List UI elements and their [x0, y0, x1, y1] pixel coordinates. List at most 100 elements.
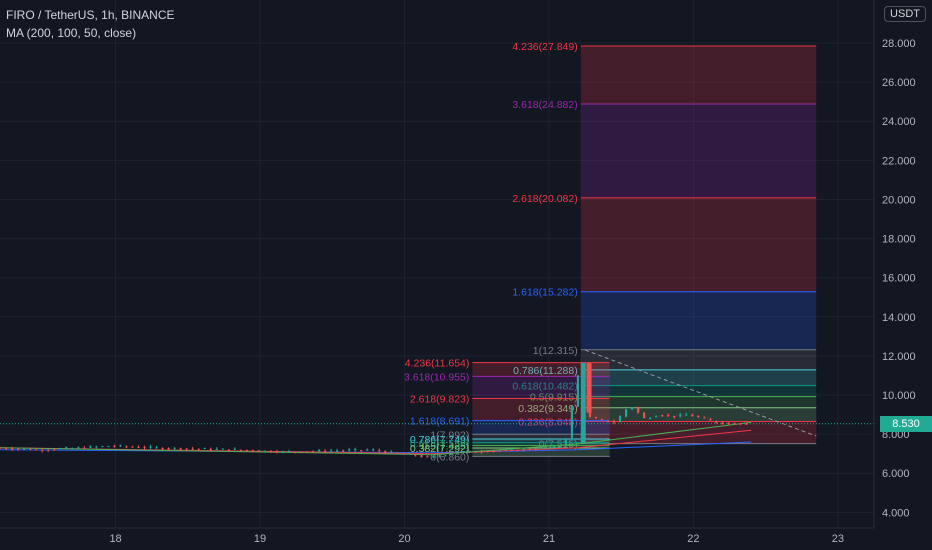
- candle-body: [119, 445, 122, 447]
- candle-body: [631, 407, 634, 410]
- fib-level-label: 1.618(8.691): [410, 416, 470, 428]
- candle-body: [402, 453, 405, 455]
- candle-body: [372, 449, 375, 451]
- x-tick-label: 21: [543, 533, 555, 545]
- currency-button[interactable]: USDT: [884, 6, 926, 22]
- candle-body: [685, 414, 688, 416]
- candle-body: [384, 451, 387, 453]
- candle-body: [305, 451, 309, 453]
- fib-zone: [580, 421, 817, 444]
- x-tick-label: 23: [832, 533, 844, 545]
- candle-body: [179, 448, 182, 450]
- y-tick-label: 20.000: [882, 194, 916, 206]
- candle-body: [709, 419, 712, 421]
- candle-body: [667, 415, 670, 417]
- candle-body: [263, 450, 267, 452]
- candle-body: [643, 412, 646, 419]
- candle-body: [600, 419, 604, 421]
- candle-body: [41, 449, 44, 451]
- fib-zone: [472, 420, 610, 435]
- candle-body: [203, 448, 206, 450]
- candle-body: [215, 448, 218, 450]
- y-tick-label: 10.000: [882, 390, 916, 402]
- x-tick-label: 22: [687, 533, 699, 545]
- candle-body: [197, 448, 200, 450]
- time-axis-bg: [0, 528, 932, 550]
- candle-body: [691, 414, 694, 417]
- ma-indicator-legend[interactable]: MA (200, 100, 50, close): [6, 26, 136, 40]
- candle-body: [661, 415, 664, 417]
- candle-body: [468, 450, 471, 453]
- spike-candle-down: [586, 362, 592, 413]
- candle-body: [336, 450, 339, 452]
- candle-body: [522, 448, 525, 450]
- candle-body: [161, 447, 164, 450]
- candle-body: [673, 415, 676, 418]
- candle-body: [0, 447, 2, 449]
- candle-body: [474, 451, 477, 453]
- candle-body: [649, 418, 652, 420]
- candle-body: [594, 417, 598, 419]
- candle-body: [11, 448, 14, 450]
- candle-body: [342, 450, 345, 452]
- fib-zone: [472, 434, 610, 440]
- candle-body: [426, 456, 429, 458]
- candle-body: [101, 445, 104, 447]
- candle-body: [450, 454, 453, 456]
- y-tick-label: 4.000: [882, 507, 910, 519]
- candle-body: [251, 450, 255, 452]
- y-tick-label: 28.000: [882, 38, 916, 50]
- candle-body: [257, 450, 261, 452]
- candle-body: [318, 449, 321, 452]
- candle-body: [155, 447, 158, 449]
- candle-body: [655, 416, 658, 418]
- symbol-title[interactable]: FIRO / TetherUS, 1h, BINANCE: [6, 8, 175, 22]
- spike-candle-up: [580, 362, 586, 443]
- candle-body: [703, 417, 706, 419]
- fib-level-label: 4.236(27.849): [512, 41, 577, 53]
- candle-body: [534, 448, 537, 450]
- fib-level-label: 1.618(15.282): [512, 287, 577, 299]
- candle-body: [23, 448, 26, 450]
- candle-body: [59, 448, 62, 450]
- candle-body: [35, 449, 38, 451]
- candle-body: [498, 450, 501, 452]
- fib-zone: [580, 396, 817, 408]
- fib-extension-tools: 4.236(27.849) 3.618(24.882) 2.618(20.082) 1…: [404, 41, 817, 463]
- candle-body: [209, 448, 212, 450]
- candle-body: [95, 446, 98, 448]
- candle-body: [149, 446, 152, 448]
- candle-body: [558, 445, 561, 447]
- candle-body: [528, 449, 531, 451]
- candle-body: [173, 447, 176, 449]
- candle-body: [65, 447, 68, 449]
- candle-body: [29, 449, 32, 451]
- candle-body: [504, 449, 507, 451]
- last-price-tag: 8.530: [880, 415, 932, 432]
- candle-body: [167, 448, 170, 450]
- candle-body: [191, 448, 194, 450]
- candle-body: [576, 375, 580, 407]
- candle-body: [113, 445, 116, 447]
- candle-body: [89, 446, 92, 448]
- candle-body: [516, 449, 519, 451]
- candle-body: [348, 449, 351, 451]
- candle-body: [324, 450, 327, 452]
- y-tick-label: 12.000: [882, 351, 916, 363]
- candle-body: [366, 449, 369, 451]
- candle-body: [83, 447, 86, 449]
- candle-body: [125, 446, 128, 448]
- candle-body: [233, 448, 236, 450]
- price-axis: 4.0006.0008.00010.00012.00014.00016.0001…: [873, 0, 932, 550]
- candle-body: [227, 449, 230, 451]
- price-chart[interactable]: 4.236(27.849) 3.618(24.882) 2.618(20.082) 1…: [0, 0, 932, 550]
- candle-body: [5, 448, 8, 450]
- candle-body: [444, 455, 447, 457]
- candle-body: [408, 453, 411, 455]
- x-tick-label: 18: [109, 533, 121, 545]
- candle-body: [17, 448, 20, 450]
- candle-body: [312, 451, 315, 453]
- fib-level-label: 2.618(20.082): [512, 193, 577, 205]
- candle-body: [360, 450, 363, 452]
- candle-body: [287, 451, 291, 453]
